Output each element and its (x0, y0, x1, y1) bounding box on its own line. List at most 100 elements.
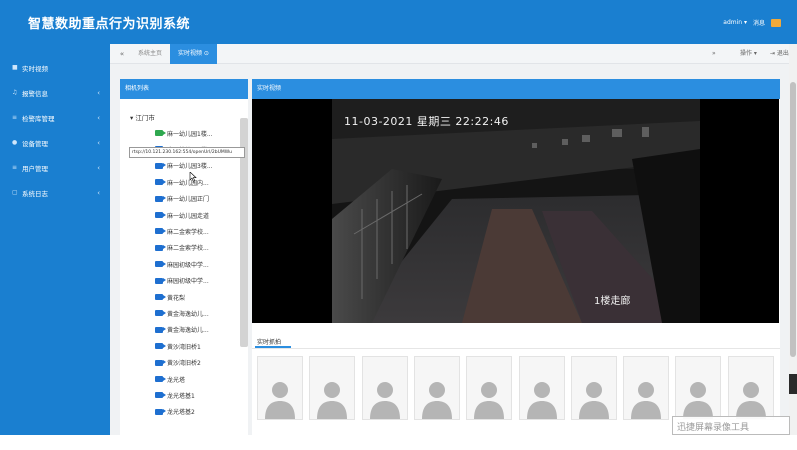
camera-tree-item[interactable]: 龙光塔基2 (155, 404, 195, 420)
chevron-left-icon: ‹ (97, 113, 100, 122)
sidebar-item-label: 设备管理 (22, 139, 48, 148)
camera-tree-item[interactable]: 麻一幼儿园内... (155, 174, 209, 190)
mail-icon[interactable] (771, 18, 781, 27)
list-icon: ≡ (12, 114, 18, 121)
sidebar-item-4[interactable]: ≡ 用户管理 ‹ (0, 155, 110, 180)
sidebar-item-0[interactable]: ■ 实时视频 (0, 55, 110, 80)
camera-name: 麻一幼儿园走道 (167, 212, 210, 220)
camera-name: 麻一幼儿园1楼... (167, 130, 213, 138)
app-title: 智慧数助重点行为识别系统 (28, 17, 191, 32)
person-silhouette-icon (526, 382, 557, 419)
sidebar-item-label: 用户管理 (22, 164, 48, 173)
snapshot-placeholder[interactable] (675, 356, 722, 420)
chevron-left-icon: ‹ (97, 188, 100, 197)
camera-tree-item[interactable]: 龙光塔 (155, 371, 185, 387)
camera-tree-item[interactable]: 黄金海逸幼儿... (155, 322, 209, 338)
camera-feed: 11-03-2021 星期三 22:22:46 1楼走廊 (332, 99, 700, 323)
snapshot-placeholder[interactable] (570, 356, 617, 420)
page-bottom (0, 435, 797, 450)
sidebar-item-5[interactable]: ▢ 系统日志 ‹ (0, 180, 110, 205)
gear-icon: ● (12, 139, 18, 146)
snapshot-placeholder[interactable] (623, 356, 670, 420)
camera-name: 黄金海逸幼儿... (167, 310, 209, 318)
sidebar-item-2[interactable]: ≡ 检警库管理 ‹ (0, 105, 110, 130)
camera-name: 黄花梨 (167, 294, 186, 302)
camera-tree-item[interactable]: 黄花梨 (155, 289, 185, 305)
person-silhouette-icon (735, 382, 766, 419)
person-silhouette-icon (421, 382, 452, 419)
actions-dropdown[interactable]: 操作 ▾ (740, 44, 757, 64)
snapshot-placeholder[interactable] (727, 356, 774, 420)
camera-name: 麻一幼儿园内... (167, 179, 209, 187)
person-silhouette-icon (317, 382, 348, 419)
exit-button[interactable]: ⇥ 退出 (770, 44, 789, 64)
person-silhouette-icon (683, 382, 714, 419)
chevron-left-icon: ‹ (97, 163, 100, 172)
camera-tree-item[interactable]: 黄沙湾旧桥2 (155, 355, 201, 371)
camera-tree-item[interactable]: 麻园初级中学... (155, 273, 209, 289)
camera-icon (155, 195, 166, 202)
camera-name: 麻二金索学校... (167, 228, 209, 236)
tab-bar: « 系统主页 实时视频 ⊙ » 操作 ▾ ⇥ 退出 (110, 44, 797, 64)
tab-next-button[interactable]: » (712, 44, 716, 64)
camera-name: 龙光塔 (167, 376, 186, 384)
tab-home[interactable]: 系统主页 (130, 44, 170, 64)
corridor-scene (332, 99, 700, 323)
camera-tree-item[interactable]: 麻一幼儿园3楼... (155, 158, 213, 174)
sidebar-item-label: 实时视频 (22, 64, 48, 73)
camera-icon (155, 392, 166, 399)
recorder-watermark: 迅捷屏幕录像工具 (672, 416, 790, 435)
snapshot-placeholder[interactable] (518, 356, 565, 420)
page-scrollbar-thumb[interactable] (790, 82, 796, 357)
camera-icon (155, 261, 166, 268)
camera-name: 黄沙湾旧桥2 (167, 360, 201, 368)
video-timestamp: 11-03-2021 星期三 22:22:46 (344, 115, 509, 128)
pointer-cursor-icon (189, 172, 197, 182)
chevron-left-icon: ‹ (97, 138, 100, 147)
tab-prev-button[interactable]: « (115, 44, 129, 64)
camera-icon (155, 359, 166, 366)
camera-tree-item[interactable]: 黄金海逸幼儿... (155, 305, 209, 321)
camera-icon (155, 343, 166, 350)
person-silhouette-icon (631, 382, 662, 419)
sidebar-item-3[interactable]: ● 设备管理 ‹ (0, 130, 110, 155)
snapshot-placeholder[interactable] (361, 356, 408, 420)
snapshot-divider (252, 348, 780, 349)
sidebar-item-label: 报警信息 (22, 89, 48, 98)
sidebar-item-label: 检警库管理 (22, 114, 55, 123)
camera-tree-item[interactable]: 麻一幼儿园正门 (155, 191, 209, 207)
camera-tree-item[interactable]: 麻一幼儿园1楼... (155, 125, 213, 141)
person-silhouette-icon (578, 382, 609, 419)
video-player[interactable]: 11-03-2021 星期三 22:22:46 1楼走廊 (252, 99, 779, 323)
sidebar: ■ 实时视频 ♫ 报警信息 ‹ ≡ 检警库管理 ‹ ● 设备管理 ‹ ≡ 用户管理 ‹ ▢ 系统日志 ‹ (0, 44, 110, 435)
camera-name: 麻园初级中学... (167, 278, 209, 286)
person-silhouette-icon (265, 382, 295, 419)
tree-root-jiangmen[interactable]: ▾ 江门市 (130, 112, 155, 122)
camera-tree-item[interactable]: 龙光塔基1 (155, 387, 195, 403)
camera-name: 麻二金索学校... (167, 245, 209, 253)
camera-icon (155, 228, 166, 235)
sidebar-item-1[interactable]: ♫ 报警信息 ‹ (0, 80, 110, 105)
snapshot-placeholder[interactable] (309, 356, 356, 420)
camera-tree-item[interactable]: 麻园初级中学... (155, 256, 209, 272)
person-silhouette-icon (474, 382, 505, 419)
snapshot-title: 实时抓拍 (257, 339, 282, 346)
tab-realtime-video[interactable]: 实时视频 ⊙ (170, 44, 217, 64)
camera-tree-item[interactable]: 麻一幼儿园走道 (155, 207, 209, 223)
camera-icon (155, 376, 166, 382)
camera-icon (155, 162, 166, 169)
messages-link[interactable]: 消息 (753, 18, 765, 27)
user-menu[interactable]: admin ▾ (723, 19, 747, 26)
snapshot-placeholder[interactable] (257, 356, 303, 420)
camera-tree-item[interactable]: 黄沙湾旧桥1 (155, 338, 201, 354)
chevron-left-icon: ‹ (97, 88, 100, 97)
camera-tree-item[interactable]: 麻二金索学校... (155, 223, 209, 239)
snapshot-placeholder[interactable] (466, 356, 513, 420)
camera-name: 麻一幼儿园3楼... (167, 163, 213, 171)
camera-tree-item[interactable]: 麻二金索学校... (155, 240, 209, 256)
video-location-label: 1楼走廊 (594, 296, 631, 307)
camera-name: 麻园初级中学... (167, 261, 209, 269)
snapshot-placeholder[interactable] (413, 356, 460, 420)
top-bar: 智慧数助重点行为识别系统 admin ▾ 消息 (0, 0, 797, 44)
person-silhouette-icon (369, 382, 400, 419)
